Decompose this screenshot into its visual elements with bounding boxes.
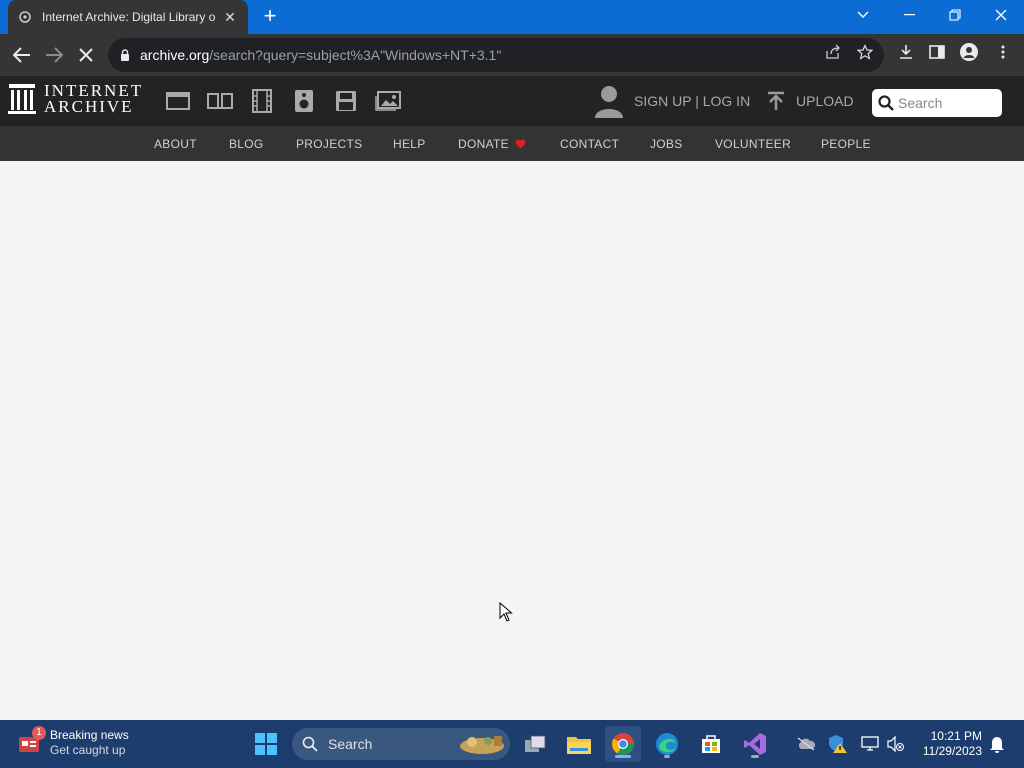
url-path: /search?query=subject%3A"Windows+NT+3.1": [209, 47, 502, 63]
download-icon[interactable]: [897, 43, 915, 61]
tab-search-chevron-icon[interactable]: [840, 0, 886, 30]
logo-line2: ARCHIVE: [44, 97, 134, 116]
new-tab-button[interactable]: +: [258, 5, 282, 29]
stop-loading-button[interactable]: [74, 43, 98, 67]
start-button[interactable]: [248, 726, 284, 762]
windows-taskbar: 1 Breaking news Get caught up Search 10:…: [0, 720, 1024, 768]
network-icon[interactable]: [859, 734, 881, 754]
search-highlight-icon: [458, 732, 506, 756]
defender-warning-icon[interactable]: [827, 734, 849, 754]
signup-login-label: SIGN UP | LOG IN: [634, 93, 751, 109]
news-title: Breaking news: [50, 728, 129, 742]
ia-secondary-nav: ABOUT BLOG PROJECTS HELP DONATE CONTACT …: [0, 126, 1024, 161]
url-host: archive.org: [140, 47, 210, 63]
nav-help[interactable]: HELP: [393, 137, 426, 151]
search-icon: [878, 95, 894, 111]
back-button[interactable]: [10, 43, 34, 67]
browser-tab-strip: Internet Archive: Digital Library o ✕ +: [0, 0, 1024, 34]
bookmark-star-icon[interactable]: [856, 43, 874, 61]
forward-button[interactable]: [42, 43, 66, 67]
taskbar-search[interactable]: Search: [292, 728, 510, 760]
taskbar-search-icon: [302, 736, 318, 752]
news-badge: 1: [32, 726, 46, 740]
user-avatar-icon: [594, 84, 624, 118]
tab-title: Internet Archive: Digital Library o: [42, 10, 216, 24]
nav-about[interactable]: ABOUT: [154, 137, 197, 151]
nav-blog[interactable]: BLOG: [229, 137, 264, 151]
side-panel-icon[interactable]: [928, 43, 946, 61]
profile-avatar-icon[interactable]: [960, 43, 978, 61]
browser-tab[interactable]: Internet Archive: Digital Library o ✕: [8, 0, 248, 34]
mouse-cursor-icon: [499, 601, 513, 627]
audio-icon[interactable]: [291, 89, 317, 113]
video-icon[interactable]: [249, 89, 275, 113]
onedrive-offline-icon[interactable]: [795, 734, 817, 754]
taskbar-search-label: Search: [328, 736, 373, 752]
ia-search-input[interactable]: [898, 95, 994, 111]
restore-button[interactable]: [932, 0, 978, 30]
archive-building-icon: [8, 83, 36, 115]
volume-muted-icon[interactable]: [885, 734, 907, 754]
notification-bell-icon[interactable]: [986, 734, 1008, 754]
nav-jobs[interactable]: JOBS: [650, 137, 683, 151]
nav-volunteer[interactable]: VOLUNTEER: [715, 137, 791, 151]
edge-taskbar-icon[interactable]: [649, 726, 685, 762]
clock-date: 11/29/2023: [922, 744, 982, 758]
share-icon[interactable]: [824, 43, 842, 61]
nav-donate-label: DONATE: [458, 137, 509, 151]
browser-toolbar: archive.org/search?query=subject%3A"Wind…: [0, 34, 1024, 76]
archive-favicon-icon: [18, 10, 32, 24]
minimize-button[interactable]: [886, 0, 932, 30]
texts-icon[interactable]: [207, 89, 233, 113]
task-view-icon[interactable]: [517, 726, 553, 762]
signup-login-link[interactable]: SIGN UP | LOG IN: [594, 84, 750, 118]
news-subtitle: Get caught up: [50, 743, 126, 757]
nav-donate[interactable]: DONATE: [458, 137, 526, 151]
chrome-taskbar-icon[interactable]: [605, 726, 641, 762]
lock-icon: [120, 48, 130, 62]
ia-top-navbar: INTERNET ARCHIVE SIGN UP | LOG IN UPLOAD: [0, 76, 1024, 126]
upload-label: UPLOAD: [796, 93, 854, 109]
software-icon[interactable]: [333, 89, 359, 113]
nav-projects[interactable]: PROJECTS: [296, 137, 362, 151]
taskbar-clock[interactable]: 10:21 PM 11/29/2023: [912, 729, 982, 759]
file-explorer-icon[interactable]: [561, 726, 597, 762]
images-icon[interactable]: [375, 89, 401, 113]
clock-time: 10:21 PM: [930, 729, 982, 743]
news-widget[interactable]: 1 Breaking news Get caught up: [18, 726, 129, 758]
upload-arrow-icon: [766, 91, 786, 111]
address-bar[interactable]: archive.org/search?query=subject%3A"Wind…: [108, 38, 884, 72]
browser-menu-icon[interactable]: [994, 43, 1012, 61]
ms-store-icon[interactable]: [693, 726, 729, 762]
web-icon[interactable]: [165, 89, 191, 113]
ia-search-box[interactable]: [872, 89, 1002, 117]
nav-people[interactable]: PEOPLE: [821, 137, 871, 151]
nav-contact[interactable]: CONTACT: [560, 137, 619, 151]
upload-link[interactable]: UPLOAD: [766, 91, 854, 111]
ia-logo[interactable]: INTERNET ARCHIVE: [8, 82, 143, 116]
visual-studio-icon[interactable]: [737, 726, 773, 762]
tab-close-icon[interactable]: ✕: [222, 9, 238, 26]
page-content-area: [0, 161, 1024, 720]
heart-icon: [515, 139, 526, 149]
close-window-button[interactable]: [978, 0, 1024, 30]
